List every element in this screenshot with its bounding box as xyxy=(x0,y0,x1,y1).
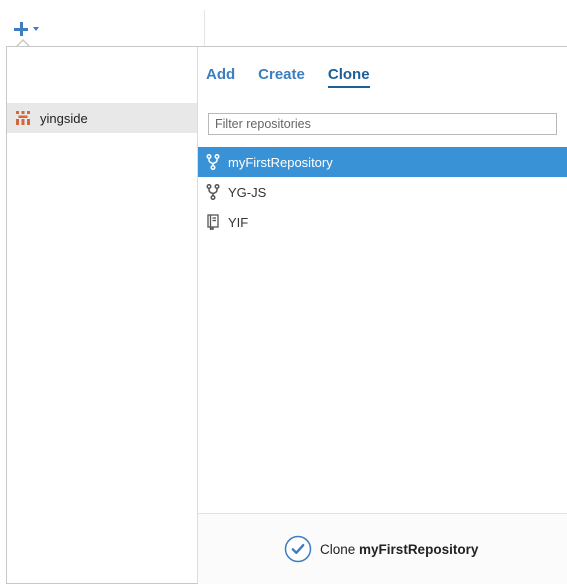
repository-name: YG-JS xyxy=(228,184,267,200)
check-circle-icon xyxy=(284,535,312,563)
account-list: yingside xyxy=(7,47,198,583)
organization-icon xyxy=(16,111,30,125)
app-window: yingside Add Create Clone Filter reposit… xyxy=(0,0,567,586)
chevron-down-icon xyxy=(33,27,39,31)
fork-icon xyxy=(206,154,220,170)
filter-repositories-input[interactable] xyxy=(208,113,557,135)
clone-action-prefix: Clone xyxy=(320,541,356,557)
clone-button[interactable]: Clone myFirstRepository xyxy=(284,534,478,564)
repository-name: myFirstRepository xyxy=(228,154,333,170)
repository-popover: yingside Add Create Clone Filter reposit… xyxy=(6,46,567,584)
plus-icon xyxy=(14,22,28,36)
account-item-yingside[interactable]: yingside xyxy=(7,103,197,133)
toolbar-divider xyxy=(204,10,205,46)
tab-clone[interactable]: Clone xyxy=(327,66,370,88)
clone-action-target: myFirstRepository xyxy=(359,541,479,557)
repository-item-yif[interactable]: YIF xyxy=(198,207,567,237)
repository-list: myFirstRepository YG-JS YIF xyxy=(198,147,567,237)
fork-icon xyxy=(206,184,220,200)
repository-panel: myFirstRepository YG-JS xyxy=(198,103,567,583)
tab-add[interactable]: Add xyxy=(206,66,235,88)
account-label: yingside xyxy=(40,110,88,126)
repository-name: YIF xyxy=(228,214,249,230)
repository-item-yg-js[interactable]: YG-JS xyxy=(198,177,567,207)
clone-footer: Clone myFirstRepository xyxy=(198,513,567,584)
book-icon xyxy=(207,214,219,230)
clone-action-label: Clone myFirstRepository xyxy=(320,542,478,557)
repository-item-myfirstrepository[interactable]: myFirstRepository xyxy=(198,147,567,177)
toolbar xyxy=(0,0,567,46)
mode-tabs: Add Create Clone xyxy=(206,66,370,88)
tab-create[interactable]: Create xyxy=(258,66,305,88)
